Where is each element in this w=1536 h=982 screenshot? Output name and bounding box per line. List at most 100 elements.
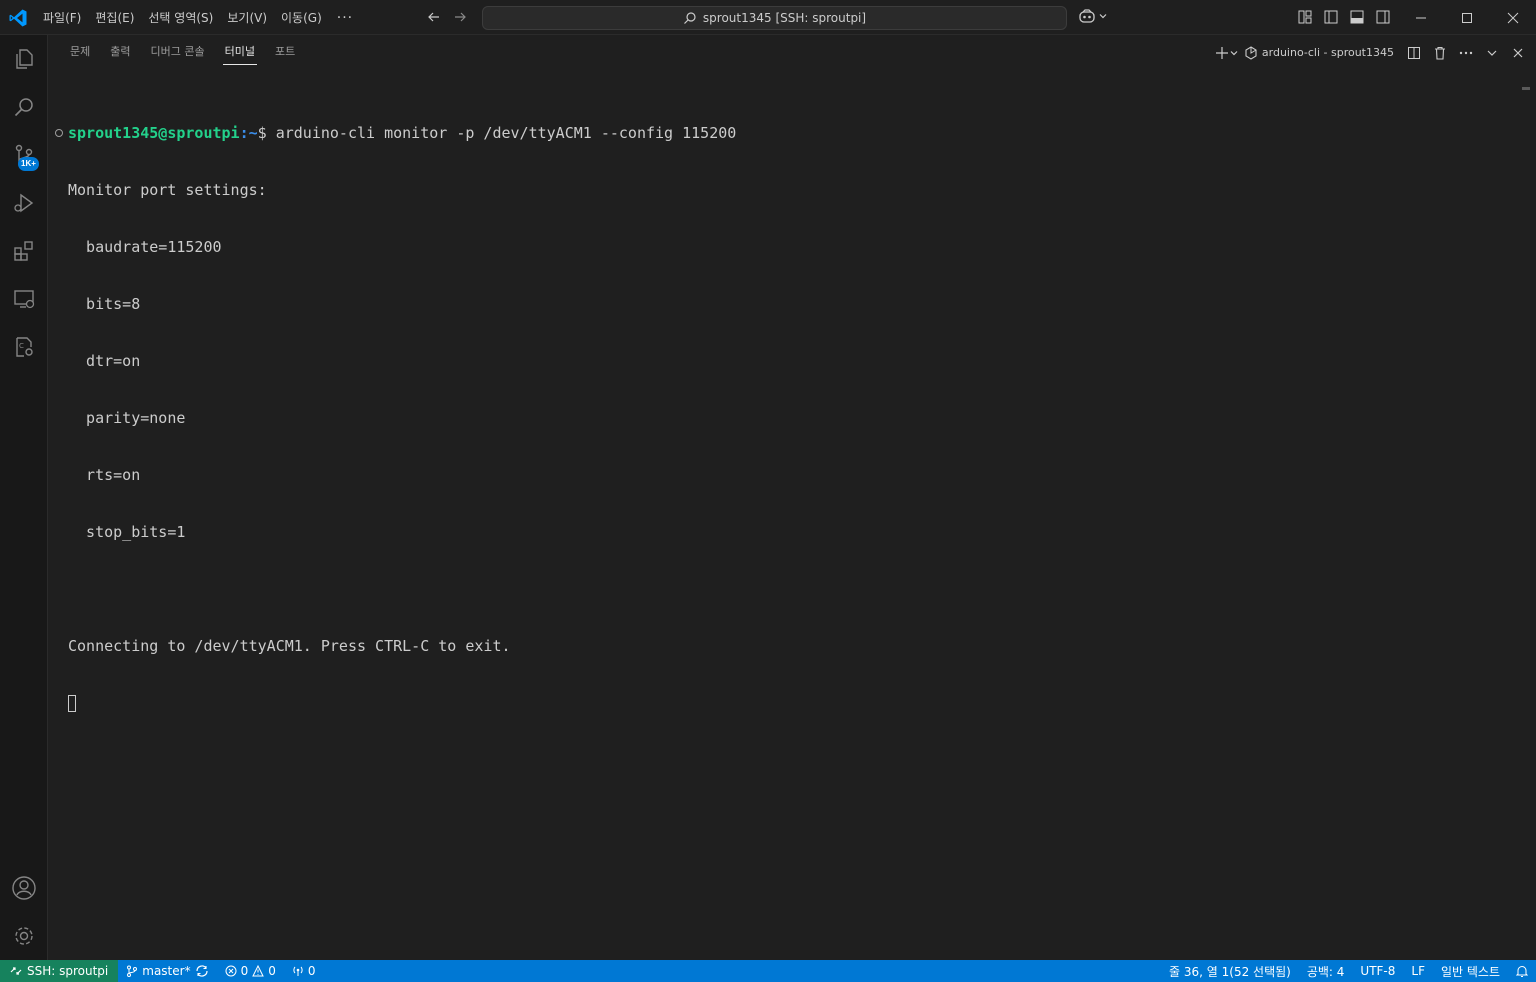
- new-terminal-button[interactable]: [1215, 42, 1239, 64]
- explorer-icon[interactable]: [0, 35, 48, 83]
- close-window-icon[interactable]: [1490, 0, 1536, 35]
- copilot-button[interactable]: [1078, 8, 1108, 24]
- tab-debug-console[interactable]: 디버그 콘솔: [141, 35, 215, 70]
- branch-label: master*: [142, 964, 191, 978]
- terminal-line: stop_bits=1: [68, 523, 186, 541]
- customize-layout-icon[interactable]: [1296, 8, 1314, 26]
- indentation[interactable]: 공백: 4: [1299, 960, 1353, 982]
- tab-terminal[interactable]: 터미널: [215, 35, 265, 70]
- prompt-path: :~: [239, 124, 258, 142]
- tab-ports[interactable]: 포트: [265, 35, 305, 70]
- terminal-prompt-line: sprout1345@sproutpi:~$ arduino-cli monit…: [55, 124, 1508, 143]
- ports-count: 0: [307, 964, 316, 978]
- panel: 문제 출력 디버그 콘솔 터미널 포트 arduino-cli - sprout…: [48, 35, 1536, 960]
- terminal-output[interactable]: sprout1345@sproutpi:~$ arduino-cli monit…: [55, 86, 1508, 751]
- terminal-line: rts=on: [68, 466, 141, 484]
- status-bar: SSH: sproutpi master* 0 0 0 줄 36, 열 1(52…: [0, 960, 1536, 982]
- prompt-command: $ arduino-cli monitor -p /dev/ttyACM1 --…: [257, 124, 737, 142]
- end-of-line[interactable]: LF: [1403, 960, 1433, 982]
- arduino-extension-icon[interactable]: C: [0, 323, 48, 371]
- settings-gear-icon[interactable]: [0, 912, 48, 960]
- search-icon: [683, 12, 696, 24]
- tab-output[interactable]: 출력: [100, 35, 140, 70]
- toggle-panel-icon[interactable]: [1348, 8, 1366, 26]
- minimize-icon[interactable]: [1398, 0, 1444, 35]
- menu-go[interactable]: 이동(G): [274, 6, 329, 30]
- terminal-line: Connecting to /dev/ttyACM1. Press CTRL-C…: [68, 637, 511, 655]
- menu-file[interactable]: 파일(F): [36, 6, 88, 30]
- warning-count: 0: [268, 964, 276, 978]
- status-bar-right: 줄 36, 열 1(52 선택됨) 공백: 4 UTF-8 LF 일반 텍스트: [1161, 960, 1536, 982]
- terminal-selector[interactable]: arduino-cli - sprout1345: [1245, 45, 1394, 60]
- terminal-line: bits=8: [68, 295, 141, 313]
- maximize-icon[interactable]: [1444, 0, 1490, 35]
- panel-actions: arduino-cli - sprout1345: [1215, 35, 1528, 70]
- menu-edit[interactable]: 편집(E): [88, 6, 141, 30]
- error-count: 0: [240, 964, 249, 978]
- terminal-scrollbar[interactable]: [1522, 87, 1530, 947]
- layout-controls: [1296, 8, 1392, 26]
- back-arrow-icon[interactable]: [424, 7, 444, 27]
- remote-indicator[interactable]: SSH: sproutpi: [0, 960, 119, 982]
- close-panel-icon[interactable]: [1508, 42, 1528, 64]
- command-decoration-icon: [55, 129, 63, 137]
- sync-icon: [195, 965, 208, 977]
- menu-selection[interactable]: 선택 영역(S): [141, 6, 220, 30]
- remote-icon: [10, 967, 22, 975]
- menu-bar: 파일(F) 편집(E) 선택 영역(S) 보기(V) 이동(G) ···: [36, 0, 361, 35]
- split-terminal-icon[interactable]: [1404, 42, 1424, 64]
- activity-bar: 1K+ C: [0, 35, 48, 960]
- terminal-name-label: arduino-cli - sprout1345: [1261, 46, 1394, 59]
- terminal-cursor-line: [68, 694, 1508, 713]
- prompt-user: sprout1345@sproutpi: [68, 124, 240, 142]
- kill-terminal-trash-icon[interactable]: [1430, 42, 1450, 64]
- menu-more-button[interactable]: ···: [329, 6, 361, 30]
- error-icon: [225, 965, 237, 977]
- title-bar: 파일(F) 편집(E) 선택 영역(S) 보기(V) 이동(G) ··· spr…: [0, 0, 1536, 35]
- command-center-search[interactable]: sprout1345 [SSH: sproutpi]: [482, 6, 1067, 30]
- menu-view[interactable]: 보기(V): [220, 6, 274, 30]
- vscode-logo-icon: [9, 9, 27, 27]
- tab-problems[interactable]: 문제: [60, 35, 100, 70]
- panel-header: 문제 출력 디버그 콘솔 터미널 포트 arduino-cli - sprout…: [48, 35, 1536, 70]
- branch-indicator[interactable]: master*: [118, 960, 216, 982]
- notifications-bell-icon[interactable]: [1508, 960, 1536, 982]
- chevron-down-icon: [1099, 14, 1107, 19]
- terminal-cursor: [68, 695, 76, 712]
- window-controls: [1398, 0, 1536, 35]
- source-control-icon[interactable]: 1K+: [0, 131, 48, 179]
- terminal-line: Monitor port settings:: [68, 181, 267, 199]
- navigation-arrows: [424, 7, 470, 27]
- toggle-primary-sidebar-icon[interactable]: [1322, 8, 1340, 26]
- broadcast-icon: [293, 966, 303, 976]
- run-debug-icon[interactable]: [0, 179, 48, 227]
- plus-icon: [1215, 46, 1228, 59]
- maximize-panel-chevron-icon[interactable]: [1482, 42, 1502, 64]
- more-actions-icon[interactable]: [1456, 42, 1476, 64]
- extensions-icon[interactable]: [0, 227, 48, 275]
- svg-text:C: C: [19, 342, 24, 350]
- remote-label: SSH: sproutpi: [27, 964, 109, 978]
- problems-indicator[interactable]: 0 0: [217, 960, 284, 982]
- toggle-secondary-sidebar-icon[interactable]: [1374, 8, 1392, 26]
- search-icon[interactable]: [0, 83, 48, 131]
- language-mode[interactable]: 일반 텍스트: [1433, 960, 1508, 982]
- command-center-label: sprout1345 [SSH: sproutpi]: [702, 11, 867, 25]
- forward-arrow-icon[interactable]: [450, 7, 470, 27]
- warning-icon: [252, 965, 265, 977]
- scrollbar-marker: [1522, 87, 1530, 90]
- remote-explorer-icon[interactable]: [0, 275, 48, 323]
- git-branch-icon: [127, 965, 138, 977]
- accounts-icon[interactable]: [0, 864, 48, 912]
- source-control-badge: 1K+: [18, 157, 39, 171]
- terminal-instance-icon: [1245, 45, 1257, 60]
- panel-tabs: 문제 출력 디버그 콘솔 터미널 포트: [60, 35, 305, 70]
- ports-indicator[interactable]: 0: [284, 960, 324, 982]
- terminal-line: baudrate=115200: [68, 238, 222, 256]
- terminal-line: dtr=on: [68, 352, 141, 370]
- chevron-down-icon: [1230, 50, 1238, 55]
- encoding[interactable]: UTF-8: [1352, 960, 1403, 982]
- cursor-position[interactable]: 줄 36, 열 1(52 선택됨): [1161, 960, 1299, 982]
- terminal-line: parity=none: [68, 409, 186, 427]
